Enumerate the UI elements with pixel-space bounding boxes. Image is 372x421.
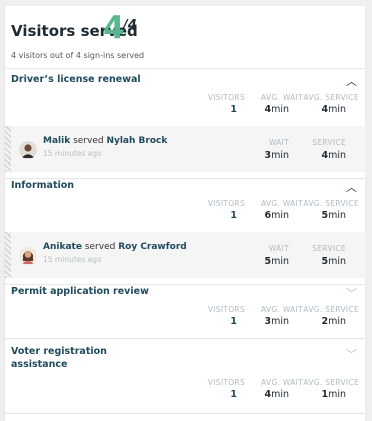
avg-wait-value: 4min	[264, 389, 289, 400]
avg-service-value: 5min	[321, 210, 346, 221]
divider	[5, 338, 365, 339]
chevron-up-icon[interactable]: ︿	[346, 179, 357, 195]
visitors-value: 1	[230, 316, 237, 327]
visitors-label: VISITORS	[207, 199, 245, 208]
wait-label: WAIT	[268, 138, 289, 147]
served-time: 15 minutes ago	[43, 255, 102, 264]
entry-stripe	[5, 232, 11, 278]
section-title[interactable]: Driver’s license renewal	[11, 73, 141, 86]
visitors-value: 1	[230, 210, 237, 221]
visitors-value: 1	[230, 104, 237, 115]
avg-service-label: AVG. SERVICE	[303, 93, 359, 102]
avg-service-value: 2min	[321, 316, 346, 327]
visitors-served-panel: Visitors served 4 /4 4 visitors out of 4…	[4, 6, 365, 421]
section-title-line-1[interactable]: Voter registration	[11, 345, 107, 358]
avg-wait-value: 3min	[264, 316, 289, 327]
avg-wait-label: AVG. WAIT	[261, 199, 303, 208]
avatar	[19, 141, 37, 159]
avg-service-value: 1min	[321, 389, 346, 400]
service-label: SERVICE	[312, 138, 346, 147]
chevron-up-icon[interactable]: ︿	[346, 73, 357, 89]
served-description: Malik served Nylah Brock	[43, 136, 168, 146]
served-entry: Malik served Nylah Brock 15 minutes ago …	[5, 126, 365, 172]
wait-label: WAIT	[268, 244, 289, 253]
chevron-down-icon[interactable]: ﹀	[346, 346, 357, 362]
avg-service-label: AVG. SERVICE	[303, 378, 359, 387]
visitors-label: VISITORS	[207, 305, 245, 314]
divider	[5, 68, 365, 69]
avatar	[19, 247, 37, 265]
avg-wait-value: 4min	[264, 104, 289, 115]
divider	[5, 413, 365, 414]
visitors-value: 1	[230, 389, 237, 400]
served-summary: 4 visitors out of 4 sign-ins served	[11, 51, 145, 60]
entry-stripe	[5, 126, 11, 172]
wait-value: 5min	[264, 256, 289, 267]
avg-service-label: AVG. SERVICE	[303, 199, 359, 208]
service-value: 4min	[321, 150, 346, 161]
served-time: 15 minutes ago	[43, 149, 102, 158]
total-count: /4	[123, 18, 137, 33]
section-title[interactable]: Information	[11, 179, 74, 192]
service-label: SERVICE	[312, 244, 346, 253]
panel-header: Visitors served 4 /4 4 visitors out of 4…	[5, 6, 365, 64]
served-description: Anikate served Roy Crawford	[43, 242, 187, 252]
section-title[interactable]: Permit application review	[11, 285, 149, 298]
avg-wait-label: AVG. WAIT	[261, 305, 303, 314]
served-count: 4	[103, 10, 125, 46]
wait-value: 3min	[264, 150, 289, 161]
avg-wait-label: AVG. WAIT	[261, 378, 303, 387]
visitors-label: VISITORS	[207, 93, 245, 102]
served-entry: Anikate served Roy Crawford 15 minutes a…	[5, 232, 365, 278]
service-value: 5min	[321, 256, 346, 267]
chevron-down-icon[interactable]: ﹀	[346, 285, 357, 301]
avg-service-label: AVG. SERVICE	[303, 305, 359, 314]
visitors-label: VISITORS	[207, 378, 245, 387]
avg-service-value: 4min	[321, 104, 346, 115]
section-title-line-2[interactable]: assistance	[11, 358, 67, 371]
avg-wait-value: 6min	[264, 210, 289, 221]
avg-wait-label: AVG. WAIT	[261, 93, 303, 102]
